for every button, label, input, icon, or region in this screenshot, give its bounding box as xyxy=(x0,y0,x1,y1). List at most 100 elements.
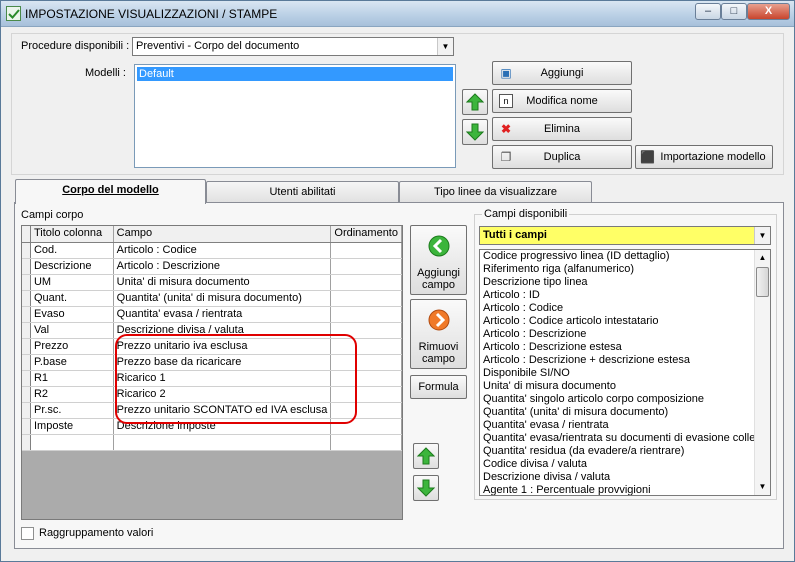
row-indicator[interactable] xyxy=(22,258,32,275)
list-item[interactable]: Codice progressivo linea (ID dettaglio) xyxy=(480,250,770,263)
row-indicator[interactable] xyxy=(22,418,32,435)
move-model-up-button[interactable] xyxy=(462,89,488,115)
campi-disponibili-list[interactable]: Codice progressivo linea (ID dettaglio) … xyxy=(479,249,771,496)
list-item[interactable]: Codice divisa / valuta xyxy=(480,458,770,471)
campi-filter-select[interactable]: Tutti i campi ▼ xyxy=(479,226,771,245)
list-item[interactable]: Riferimento riga (alfanumerico) xyxy=(480,263,770,276)
modelli-item-default[interactable]: Default xyxy=(137,67,453,81)
highlight-annotation xyxy=(115,334,357,424)
duplica-button[interactable]: ❐ Duplica xyxy=(492,145,632,169)
minimize-button[interactable]: – xyxy=(695,3,721,20)
cell-ordinamento[interactable] xyxy=(330,274,402,291)
list-item[interactable]: Articolo : Codice xyxy=(480,302,770,315)
list-item[interactable]: Articolo : Descrizione + descrizione est… xyxy=(480,354,770,367)
tab-corpo-del-modello[interactable]: Corpo del modello xyxy=(15,179,206,204)
list-item[interactable]: Quantita' evasa / rientrata xyxy=(480,419,770,432)
list-item[interactable]: Unita' di misura documento xyxy=(480,380,770,393)
procedure-select[interactable]: Preventivi - Corpo del documento ▼ xyxy=(132,37,454,56)
col-header-titolo[interactable]: Titolo colonna xyxy=(30,226,114,243)
vertical-scrollbar[interactable]: ▲ ▼ xyxy=(754,250,770,495)
cell-ordinamento[interactable] xyxy=(330,306,402,323)
list-item[interactable]: Descrizione divisa / valuta xyxy=(480,471,770,484)
cell-titolo[interactable]: Val xyxy=(30,322,114,339)
move-field-up-button[interactable] xyxy=(413,443,439,469)
modifica-nome-button[interactable]: n Modifica nome xyxy=(492,89,632,113)
scroll-down-icon[interactable]: ▼ xyxy=(755,479,770,495)
raggruppamento-checkbox[interactable] xyxy=(21,527,34,540)
cell-titolo[interactable]: Pr.sc. xyxy=(30,402,114,419)
cell-ordinamento[interactable] xyxy=(330,290,402,307)
list-item[interactable]: Quantita' singolo articolo corpo composi… xyxy=(480,393,770,406)
list-item[interactable]: Descrizione tipo linea xyxy=(480,276,770,289)
arrow-up-icon xyxy=(466,93,484,111)
table-row[interactable]: Quant. Quantita' (unita' di misura docume… xyxy=(22,290,402,307)
cell-campo[interactable]: Unita' di misura documento xyxy=(113,274,332,291)
cell-titolo[interactable]: Imposte xyxy=(30,418,114,435)
elimina-button[interactable]: ✖ Elimina xyxy=(492,117,632,141)
table-row[interactable]: Cod. Articolo : Codice xyxy=(22,242,402,259)
row-indicator[interactable] xyxy=(22,322,32,339)
cell-ordinamento[interactable] xyxy=(330,242,402,259)
rimuovi-campo-button[interactable]: Rimuovi campo xyxy=(410,299,467,369)
maximize-button[interactable]: □ xyxy=(721,3,747,20)
table-row[interactable]: Descrizione Articolo : Descrizione xyxy=(22,258,402,275)
table-row[interactable]: UM Unita' di misura documento xyxy=(22,274,402,291)
cell-campo[interactable]: Quantita' evasa / rientrata xyxy=(113,306,332,323)
cell-titolo[interactable]: UM xyxy=(30,274,114,291)
list-item[interactable]: Agente 1 : Percentuale provvigioni xyxy=(480,484,770,495)
cell-titolo[interactable] xyxy=(30,434,114,451)
row-indicator[interactable] xyxy=(22,370,32,387)
list-item[interactable]: Quantita' evasa/rientrata su documenti d… xyxy=(480,432,770,445)
scroll-thumb[interactable] xyxy=(756,267,769,297)
cell-campo[interactable] xyxy=(113,434,332,451)
row-indicator[interactable] xyxy=(22,242,32,259)
cell-campo[interactable]: Quantita' (unita' di misura documento) xyxy=(113,290,332,307)
chevron-down-icon[interactable]: ▼ xyxy=(437,38,453,55)
col-header-ordinamento[interactable]: Ordinamento xyxy=(330,226,402,243)
cell-campo[interactable]: Articolo : Codice xyxy=(113,242,332,259)
cell-titolo[interactable]: Cod. xyxy=(30,242,114,259)
chevron-down-icon[interactable]: ▼ xyxy=(754,227,770,244)
row-indicator[interactable] xyxy=(22,434,32,451)
list-item[interactable]: Articolo : Descrizione estesa xyxy=(480,341,770,354)
list-item[interactable]: Quantita' residua (da evadere/a rientrar… xyxy=(480,445,770,458)
tab-utenti-abilitati[interactable]: Utenti abilitati xyxy=(206,181,399,203)
close-button[interactable]: X xyxy=(747,3,790,20)
row-indicator[interactable] xyxy=(22,402,32,419)
cell-campo[interactable]: Articolo : Descrizione xyxy=(113,258,332,275)
importazione-modello-button[interactable]: ⬛ Importazione modello xyxy=(635,145,773,169)
modelli-list[interactable]: Default xyxy=(134,64,456,168)
cell-ordinamento[interactable] xyxy=(330,434,402,451)
row-indicator[interactable] xyxy=(22,338,32,355)
cell-titolo[interactable]: Quant. xyxy=(30,290,114,307)
row-indicator[interactable] xyxy=(22,274,32,291)
list-item[interactable]: Articolo : Descrizione xyxy=(480,328,770,341)
cell-titolo[interactable]: R2 xyxy=(30,386,114,403)
aggiungi-button[interactable]: ▣ Aggiungi xyxy=(492,61,632,85)
cell-titolo[interactable]: P.base xyxy=(30,354,114,371)
tab-tipo-linee[interactable]: Tipo linee da visualizzare xyxy=(399,181,592,203)
list-item[interactable]: Quantita' (unita' di misura documento) xyxy=(480,406,770,419)
aggiungi-campo-button[interactable]: Aggiungi campo xyxy=(410,225,467,295)
cell-titolo[interactable]: R1 xyxy=(30,370,114,387)
move-model-down-button[interactable] xyxy=(462,119,488,145)
cell-titolo[interactable]: Evaso xyxy=(30,306,114,323)
row-indicator[interactable] xyxy=(22,306,32,323)
modelli-label: Modelli : xyxy=(85,67,126,79)
cell-titolo[interactable]: Descrizione xyxy=(30,258,114,275)
scroll-up-icon[interactable]: ▲ xyxy=(755,250,770,266)
list-item[interactable]: Disponibile SI/NO xyxy=(480,367,770,380)
table-row[interactable] xyxy=(22,434,402,451)
table-row[interactable]: Evaso Quantita' evasa / rientrata xyxy=(22,306,402,323)
row-indicator[interactable] xyxy=(22,354,32,371)
list-item[interactable]: Articolo : Codice articolo intestatario xyxy=(480,315,770,328)
row-indicator[interactable] xyxy=(22,386,32,403)
cell-titolo[interactable]: Prezzo xyxy=(30,338,114,355)
col-header-campo[interactable]: Campo xyxy=(113,226,332,243)
list-item[interactable]: Articolo : ID xyxy=(480,289,770,302)
cell-ordinamento[interactable] xyxy=(330,258,402,275)
move-field-down-button[interactable] xyxy=(413,475,439,501)
arrow-down-icon xyxy=(417,479,435,497)
formula-button[interactable]: Formula xyxy=(410,375,467,399)
row-indicator[interactable] xyxy=(22,290,32,307)
